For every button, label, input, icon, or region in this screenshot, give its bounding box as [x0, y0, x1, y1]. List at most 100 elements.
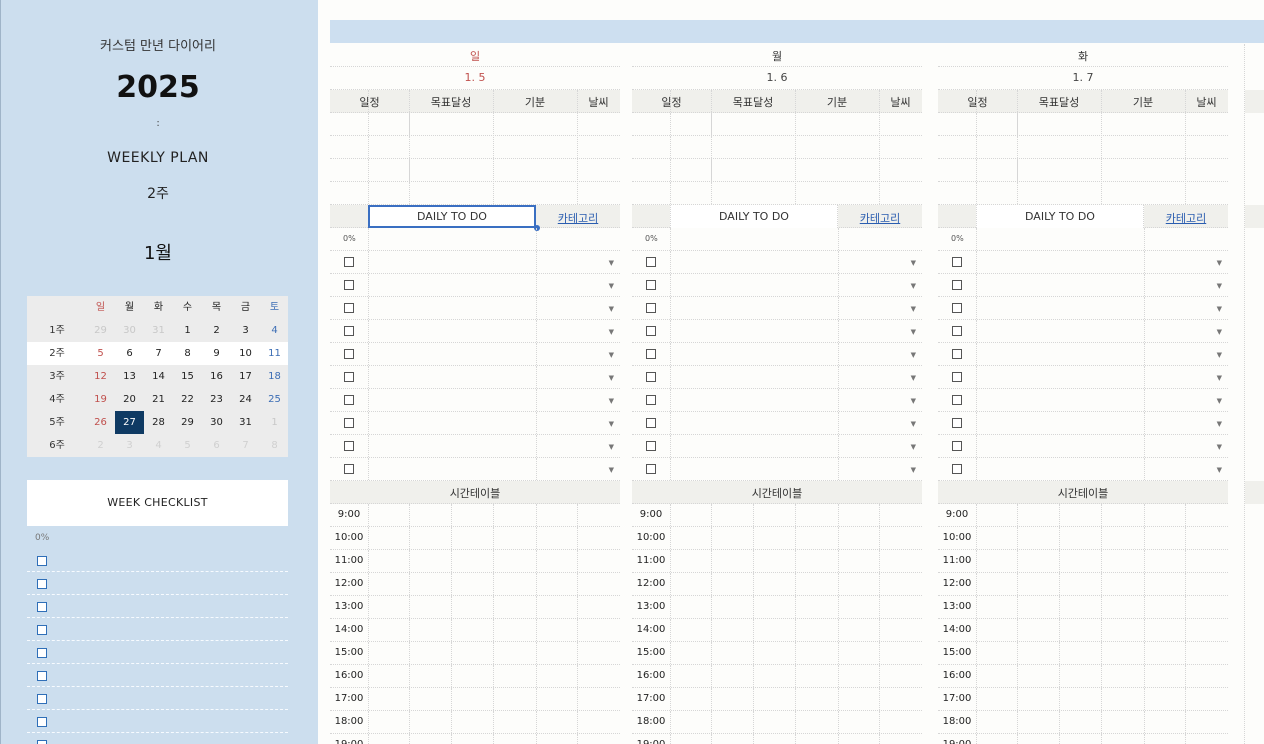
calendar-day[interactable]: 4: [260, 319, 289, 342]
dropdown-arrow-icon[interactable]: ▼: [911, 351, 916, 359]
category-link[interactable]: 카테고리: [1144, 210, 1228, 226]
checkbox[interactable]: [37, 579, 47, 589]
todo-checkbox[interactable]: [344, 441, 354, 451]
dropdown-arrow-icon[interactable]: ▼: [1217, 466, 1222, 474]
todo-checkbox[interactable]: [646, 280, 656, 290]
calendar-day[interactable]: 12: [86, 365, 115, 388]
calendar-day[interactable]: 3: [115, 434, 144, 457]
todo-checkbox[interactable]: [952, 326, 962, 336]
checkbox[interactable]: [37, 717, 47, 727]
todo-checkbox[interactable]: [344, 303, 354, 313]
calendar-day[interactable]: 21: [144, 388, 173, 411]
todo-checkbox[interactable]: [952, 349, 962, 359]
todo-checkbox[interactable]: [646, 395, 656, 405]
calendar-day[interactable]: 13: [115, 365, 144, 388]
dropdown-arrow-icon[interactable]: ▼: [609, 328, 614, 336]
todo-checkbox[interactable]: [344, 464, 354, 474]
dropdown-arrow-icon[interactable]: ▼: [609, 443, 614, 451]
dropdown-arrow-icon[interactable]: ▼: [1217, 305, 1222, 313]
calendar-week-label[interactable]: 2주: [42, 342, 72, 365]
year-label[interactable]: 2025: [1, 70, 315, 105]
todo-checkbox[interactable]: [344, 418, 354, 428]
dropdown-arrow-icon[interactable]: ▼: [1217, 397, 1222, 405]
dropdown-arrow-icon[interactable]: ▼: [609, 374, 614, 382]
todo-checkbox[interactable]: [646, 418, 656, 428]
calendar-day[interactable]: 7: [231, 434, 260, 457]
calendar-day[interactable]: 14: [144, 365, 173, 388]
checkbox[interactable]: [37, 648, 47, 658]
todo-checkbox[interactable]: [646, 257, 656, 267]
todo-checkbox[interactable]: [952, 441, 962, 451]
dropdown-arrow-icon[interactable]: ▼: [911, 259, 916, 267]
dropdown-arrow-icon[interactable]: ▼: [911, 466, 916, 474]
todo-checkbox[interactable]: [952, 303, 962, 313]
calendar-week-label[interactable]: 6주: [42, 434, 72, 457]
checkbox[interactable]: [37, 556, 47, 566]
goal-mood-weather-area[interactable]: [409, 113, 620, 205]
dropdown-arrow-icon[interactable]: ▼: [609, 420, 614, 428]
checkbox[interactable]: [37, 602, 47, 612]
calendar-day[interactable]: 29: [86, 319, 115, 342]
dropdown-arrow-icon[interactable]: ▼: [911, 397, 916, 405]
calendar-day[interactable]: 31: [144, 319, 173, 342]
dropdown-arrow-icon[interactable]: ▼: [911, 420, 916, 428]
calendar-day[interactable]: 8: [260, 434, 289, 457]
calendar-day[interactable]: 26: [86, 411, 115, 434]
todo-checkbox[interactable]: [646, 372, 656, 382]
todo-checkbox[interactable]: [344, 326, 354, 336]
calendar-day[interactable]: 2: [86, 434, 115, 457]
todo-checkbox[interactable]: [344, 372, 354, 382]
calendar-day[interactable]: 8: [173, 342, 202, 365]
checkbox[interactable]: [37, 694, 47, 704]
dropdown-arrow-icon[interactable]: ▼: [1217, 351, 1222, 359]
todo-checkbox[interactable]: [952, 418, 962, 428]
calendar-day[interactable]: 18: [260, 365, 289, 388]
calendar-day[interactable]: 31: [231, 411, 260, 434]
dropdown-arrow-icon[interactable]: ▼: [911, 282, 916, 290]
todo-checkbox[interactable]: [952, 280, 962, 290]
todo-checkbox[interactable]: [344, 280, 354, 290]
calendar-day[interactable]: 30: [202, 411, 231, 434]
dropdown-arrow-icon[interactable]: ▼: [1217, 374, 1222, 382]
calendar-day[interactable]: 10: [231, 342, 260, 365]
calendar-day[interactable]: 1: [173, 319, 202, 342]
calendar-week-label[interactable]: 1주: [42, 319, 72, 342]
calendar-day[interactable]: 3: [231, 319, 260, 342]
calendar-day[interactable]: 19: [86, 388, 115, 411]
calendar-day[interactable]: 11: [260, 342, 289, 365]
calendar-day[interactable]: 30: [115, 319, 144, 342]
dropdown-arrow-icon[interactable]: ▼: [1217, 282, 1222, 290]
calendar-day[interactable]: 4: [144, 434, 173, 457]
dropdown-arrow-icon[interactable]: ▼: [1217, 259, 1222, 267]
dropdown-arrow-icon[interactable]: ▼: [1217, 420, 1222, 428]
checkbox[interactable]: [37, 625, 47, 635]
calendar-day[interactable]: 25: [260, 388, 289, 411]
dropdown-arrow-icon[interactable]: ▼: [609, 397, 614, 405]
calendar-day[interactable]: 15: [173, 365, 202, 388]
calendar-day[interactable]: 17: [231, 365, 260, 388]
calendar-day[interactable]: 28: [144, 411, 173, 434]
todo-checkbox[interactable]: [646, 303, 656, 313]
calendar-week-label[interactable]: 3주: [42, 365, 72, 388]
calendar-day[interactable]: 6: [202, 434, 231, 457]
calendar-day[interactable]: 27: [115, 411, 144, 434]
category-link[interactable]: 카테고리: [838, 210, 922, 226]
goal-mood-weather-area[interactable]: [711, 113, 922, 205]
checkbox[interactable]: [37, 740, 47, 744]
dropdown-arrow-icon[interactable]: ▼: [911, 305, 916, 313]
calendar-day[interactable]: 29: [173, 411, 202, 434]
dropdown-arrow-icon[interactable]: ▼: [609, 259, 614, 267]
dropdown-arrow-icon[interactable]: ▼: [1217, 443, 1222, 451]
todo-checkbox[interactable]: [646, 464, 656, 474]
todo-checkbox[interactable]: [344, 349, 354, 359]
todo-checkbox[interactable]: [952, 257, 962, 267]
todo-checkbox[interactable]: [952, 464, 962, 474]
calendar-day[interactable]: 5: [86, 342, 115, 365]
month-label[interactable]: 1월: [1, 239, 315, 265]
calendar-day[interactable]: 6: [115, 342, 144, 365]
calendar-day[interactable]: 9: [202, 342, 231, 365]
dropdown-arrow-icon[interactable]: ▼: [609, 282, 614, 290]
calendar-day[interactable]: 22: [173, 388, 202, 411]
dropdown-arrow-icon[interactable]: ▼: [609, 305, 614, 313]
dropdown-arrow-icon[interactable]: ▼: [911, 374, 916, 382]
